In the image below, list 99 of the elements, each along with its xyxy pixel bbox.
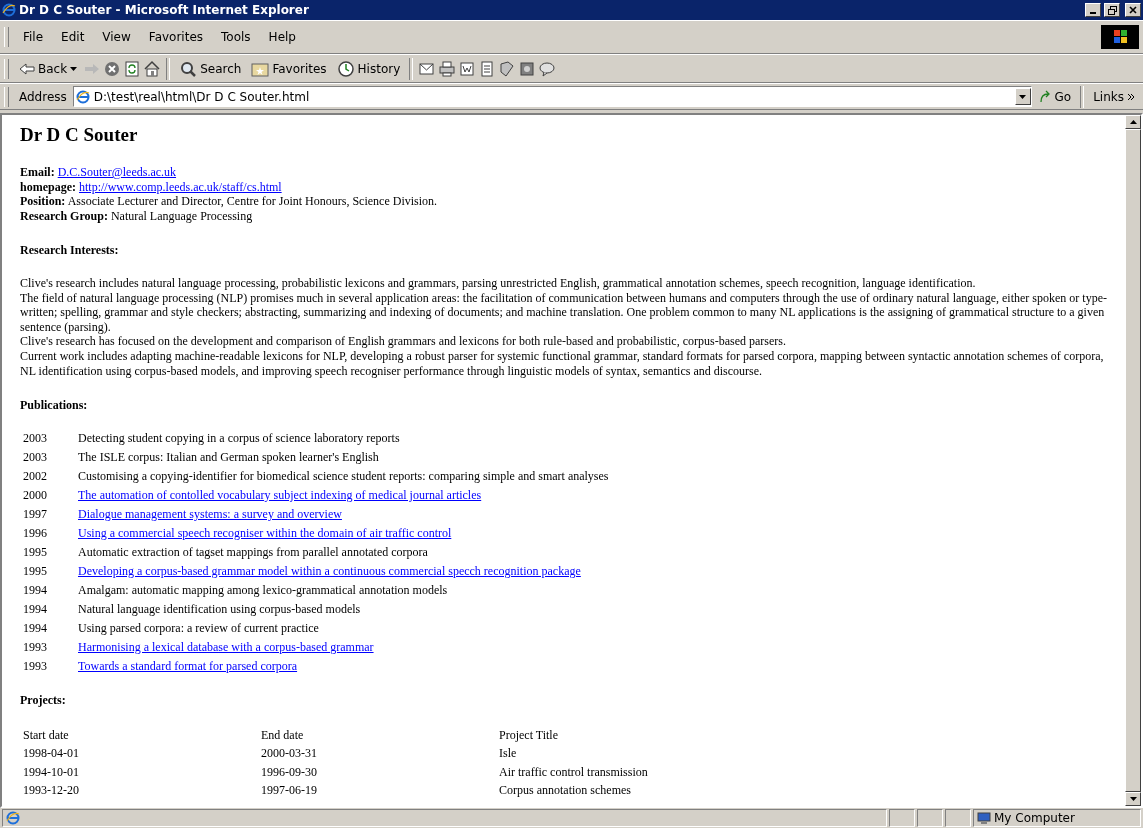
windows-logo-icon [1101, 25, 1139, 49]
table-cell-text: 1998-04-01 [23, 746, 80, 761]
edit-icon[interactable] [458, 59, 477, 78]
scroll-down-button[interactable] [1125, 792, 1141, 806]
detail-label: Research Group: [20, 208, 108, 223]
publication-year: 1993 [23, 658, 48, 674]
table-cell-text: Corpus annotation schemes [499, 783, 632, 798]
history-button[interactable]: History [332, 57, 405, 80]
section-heading: Publications: [20, 398, 89, 413]
publication-title: Automatic extraction of tagset mappings from parallel annotated corpora [78, 544, 428, 559]
back-button[interactable]: Back [15, 59, 82, 78]
status-icon [6, 811, 20, 825]
menu-item[interactable]: Help [260, 28, 304, 46]
up-arrow-icon [1129, 120, 1137, 124]
search-button[interactable]: Search [175, 57, 246, 80]
publication-link[interactable]: Developing a corpus-based grammar model within a continuous commercial specch recognition package [78, 563, 581, 578]
page-heading: Dr D C Souter [20, 123, 139, 147]
detail-value: Associate Lecturer and Director, Centre for Joint Honours, Science Division. [67, 194, 438, 209]
publication-year: 1996 [23, 525, 48, 541]
publication-link[interactable]: The automation of contolled vocabulary subject indexing of medical journal articles [78, 487, 482, 502]
publication-year: 1993 [23, 639, 48, 655]
column-header: Project Title [499, 727, 559, 743]
table-cell-text: 1994-10-01 [23, 764, 80, 780]
menu-item[interactable]: File [15, 28, 52, 46]
chevron-icon [1127, 92, 1135, 101]
restore-button[interactable] [1104, 3, 1120, 17]
go-button[interactable]: Go [1033, 87, 1076, 106]
publication-year: 2002 [23, 468, 48, 484]
discuss-icon[interactable] [538, 59, 557, 78]
table-cell-text: 2000-03-31 [261, 746, 318, 761]
publication-title: The ISLE corpus: Italian and German spoken learner's English [78, 449, 379, 464]
window-title: Dr D C Souter - Microsoft Internet Explorer [19, 3, 310, 17]
dropdown-button[interactable] [1014, 88, 1031, 105]
links-button[interactable]: Links [1089, 87, 1139, 106]
link[interactable]: http://www.comp.leeds.ac.uk/staff/cs.html [79, 179, 282, 194]
publication-year: 1994 [23, 620, 48, 636]
star-folder-icon [251, 60, 270, 77]
paragraph: Clive's research includes natural language processing, probabilistic lexicons and grammars, parsing unrestricted English, grammatical annotation schemes, speech recognition, language identification. [20, 275, 977, 291]
publication-year: 1994 [23, 582, 48, 598]
restore-icon [1107, 5, 1117, 15]
publication-title: Detecting student copying in a corpus of science laboratory reports [78, 430, 400, 445]
detail-label: homepage: [20, 179, 76, 194]
table-cell: Air traffic control transmission [499, 764, 648, 780]
link[interactable]: D.C.Souter@leeds.ac.uk [57, 165, 177, 179]
publication-link[interactable]: Towards a standard format for parsed corpora [78, 658, 298, 673]
column-header: End date [261, 727, 305, 743]
close-icon [1129, 6, 1137, 14]
publication-year: 2003 [23, 449, 48, 465]
publication-year: 1994 [23, 601, 48, 617]
menu-item[interactable]: Tools [213, 28, 259, 46]
detail-label: Email: [20, 165, 55, 179]
paragraph: Clive's research has focused on the development and comparison of English grammars and lexicons for both rule-based and probabilistic, corpus-based parsers. [20, 334, 787, 349]
detail-label: Position: [20, 194, 66, 209]
paragraph: The field of natural language processing (NLP) promises much in several application areas: the facilitation of communication between humans and computers through the use of ordinary natural language, either spoken or type-written; spelling, grammar and style checkers; abstracting, summarizing and indexing of documents; and machine translation. One problem common to many NL applications is the assigning of grammatical structure to a given sentence (parsing). [20, 290, 1107, 335]
clock-icon [336, 59, 355, 78]
arrow-icon [1037, 89, 1052, 104]
computer-icon [977, 811, 991, 825]
publication-title: Natural language identification using corpus-based models [78, 601, 361, 616]
back-arrow-icon [19, 61, 35, 76]
printer-icon[interactable] [438, 59, 457, 78]
publication-title: Amalgam: automatic mapping among lexico-grammatical annotation models [78, 582, 448, 597]
minimize-button[interactable] [1085, 3, 1101, 17]
menu-item[interactable]: View [94, 28, 139, 46]
refresh-icon[interactable] [123, 59, 142, 78]
section-heading: Projects: [20, 693, 67, 708]
caret-icon [70, 66, 78, 71]
column-header: Start date [23, 727, 70, 743]
section-heading: Research Interests: [20, 243, 120, 258]
publication-year: 1997 [23, 506, 48, 522]
publication-year: 2003 [23, 430, 48, 446]
menu-item[interactable]: Edit [53, 28, 93, 46]
caret-icon [1019, 94, 1027, 99]
address-label: Address [18, 89, 68, 104]
favorites-button[interactable]: Favorites [247, 58, 331, 79]
publication-year: 1995 [23, 544, 48, 560]
table-cell-text: 1993-12-20 [23, 783, 80, 798]
detail-value: Natural Language Processing [110, 208, 253, 223]
table-cell-text: 1996-09-30 [261, 764, 318, 780]
publication-link[interactable]: Using a commercial speech recogniser within the domain of air traffic control [78, 525, 452, 540]
publication-link[interactable]: Harmonising a lexical database with a corpus-based grammar [78, 639, 374, 654]
home-icon[interactable] [143, 59, 162, 78]
table-cell-text: 1997-06-19 [261, 783, 318, 798]
ie-icon [2, 3, 16, 17]
publication-title: Using parsed corpora: a review of current practice [78, 620, 319, 635]
stop-icon[interactable] [103, 59, 122, 78]
scroll-up-button[interactable] [1125, 115, 1141, 129]
publication-year: 1995 [23, 563, 48, 579]
publication-year: 2000 [23, 487, 48, 503]
down-arrow-icon [1129, 797, 1137, 801]
search-icon [179, 59, 198, 78]
table-cell-text: Isle [499, 746, 518, 761]
page-icon [75, 89, 90, 104]
paragraph: Current work includes adapting machine-readable lexicons for NLP, developing a robust parser for systemic functional grammar, standard formats for parsed corpora, mapping between syntactic annotation schemes of corpora, NL identification using corpus-based models, and improving speech recogniser performance through linguistic models of syntax, semantics and discourse. [20, 348, 1105, 379]
zone-label: My Computer [994, 811, 1075, 825]
publication-title: Customising a copying-identifier for biomedical science student reports: comparing simple and smart analyses [78, 468, 609, 483]
publication-link[interactable]: Dialogue management systems: a survey and overview [78, 506, 342, 521]
address-field[interactable]: D:\test\real\html\Dr D C Souter.html [72, 86, 1032, 107]
close-button[interactable] [1125, 3, 1141, 17]
menu-item[interactable]: Favorites [140, 28, 212, 46]
